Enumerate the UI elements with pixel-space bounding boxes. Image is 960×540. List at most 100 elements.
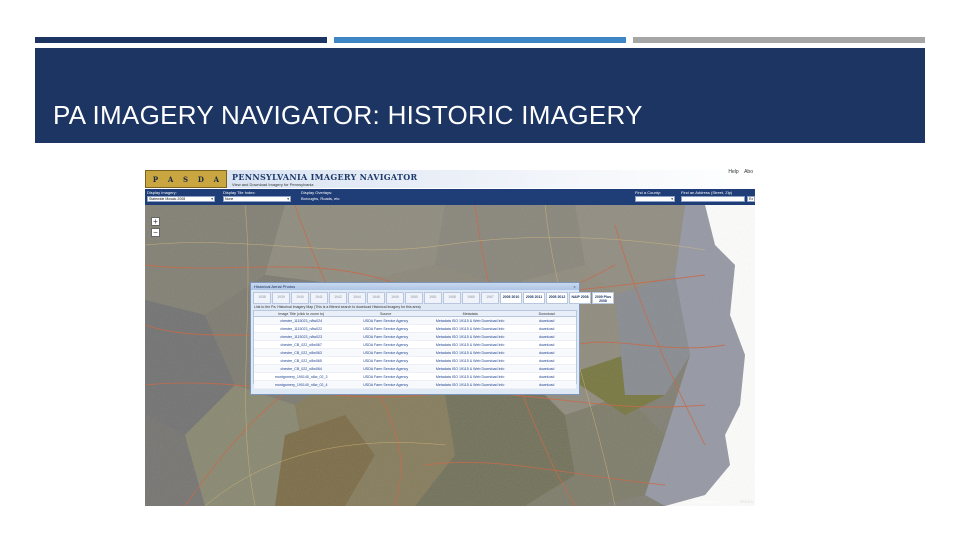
metadata-link[interactable]: Metadata ISO 19115 & Web Download Info: [423, 325, 517, 332]
year-tab[interactable]: 1967: [481, 292, 499, 304]
find-county-group: Find a County: ▾: [635, 190, 675, 202]
year-tab[interactable]: 2005 2011: [523, 292, 545, 304]
download-link[interactable]: download: [517, 381, 576, 388]
year-tab[interactable]: 1958: [443, 292, 461, 304]
download-link[interactable]: download: [517, 333, 576, 340]
map-footer-credit: PASDA: [739, 499, 753, 504]
image-title-link[interactable]: chester_CB_022_n8w065: [254, 357, 348, 364]
overlays-value[interactable]: Boroughs, Roads, etc: [301, 196, 371, 201]
zoom-controls: + −: [151, 217, 160, 237]
logo-letter: D: [197, 174, 204, 184]
slide: PA IMAGERY NAVIGATOR: HISTORIC IMAGERY H…: [0, 0, 960, 540]
table-row: chester_CB_022_n8w067 USDA Farm Service A…: [254, 341, 576, 349]
year-tab[interactable]: 1946: [367, 292, 385, 304]
source-link[interactable]: USDA Farm Service Agency: [348, 341, 423, 348]
year-tab[interactable]: 1942: [329, 292, 347, 304]
source-link[interactable]: USDA Farm Service Agency: [348, 317, 423, 324]
year-tab[interactable]: 1950: [405, 292, 423, 304]
tile-index-select[interactable]: None ▾: [223, 196, 291, 202]
year-tab[interactable]: NAIP 2008: [569, 292, 591, 304]
table-row: chester_1115023_n8w023 USDA Farm Service …: [254, 333, 576, 341]
year-tab[interactable]: 1938: [253, 292, 271, 304]
table-body: chester_1115023_n8w024 USDA Farm Service …: [254, 317, 576, 389]
find-address-group: Find an Address (Street, Zip): [681, 190, 745, 202]
display-imagery-label: Display Imagery:: [147, 190, 177, 195]
logo-letter: A: [213, 174, 220, 184]
top-links: Help Abo: [724, 169, 753, 175]
display-imagery-select[interactable]: Statewide Mosaic 2008 ▾: [147, 196, 215, 202]
image-title-link[interactable]: montgomery_190140_n8w_02_3: [254, 373, 348, 380]
year-tab[interactable]: 2009 Plus 2008: [592, 292, 614, 304]
metadata-link[interactable]: Metadata ISO 19115 & Web Download Info: [423, 365, 517, 372]
popup-title: Historical Aerial Photos: [251, 283, 579, 290]
year-tab[interactable]: 1951: [424, 292, 442, 304]
popup-note[interactable]: Link to the Pa. Historical Imagery Map (…: [254, 305, 576, 309]
metadata-link[interactable]: Metadata ISO 19115 & Web Download Info: [423, 373, 517, 380]
source-link[interactable]: USDA Farm Service Agency: [348, 325, 423, 332]
year-tab[interactable]: 2005 2012: [546, 292, 568, 304]
year-tab[interactable]: 1940: [291, 292, 309, 304]
year-tab[interactable]: 1965: [462, 292, 480, 304]
imagery-table: Image Title (click to zoom to) Source Me…: [253, 310, 577, 389]
find-address-label: Find an Address (Street, Zip): [681, 190, 733, 195]
metadata-link[interactable]: Metadata ISO 19115 & Web Download Info: [423, 381, 517, 388]
download-link[interactable]: download: [517, 325, 576, 332]
image-title-link[interactable]: chester_1115023_n8w023: [254, 333, 348, 340]
display-imagery-value: Statewide Mosaic 2008: [149, 197, 186, 201]
overlays-group: Display Overlays: Boroughs, Roads, etc: [301, 190, 371, 201]
source-link[interactable]: USDA Farm Service Agency: [348, 365, 423, 372]
logo-letter: P: [152, 174, 159, 184]
metadata-link[interactable]: Metadata ISO 19115 & Web Download Info: [423, 333, 517, 340]
metadata-link[interactable]: Metadata ISO 19115 & Web Download Info: [423, 341, 517, 348]
tile-index-group: Display Tile Index: None ▾: [223, 190, 291, 202]
year-tab[interactable]: 1939: [272, 292, 290, 304]
go-button[interactable]: Ex: [747, 196, 755, 202]
about-link[interactable]: Abo: [744, 169, 753, 175]
source-link[interactable]: USDA Farm Service Agency: [348, 381, 423, 388]
image-title-link[interactable]: chester_CB_022_n8w063: [254, 349, 348, 356]
metadata-link[interactable]: Metadata ISO 19115 & Web Download Info: [423, 349, 517, 356]
image-title-link[interactable]: montgomery_190140_n8w_02_4: [254, 381, 348, 388]
download-link[interactable]: download: [517, 373, 576, 380]
zoom-out-button[interactable]: −: [151, 228, 160, 237]
source-link[interactable]: USDA Farm Service Agency: [348, 349, 423, 356]
pasda-logo: P A S D A: [145, 170, 227, 188]
imagery-map[interactable]: + − Historical Aerial Photos × 1938 1939 1…: [145, 205, 755, 506]
title-band: PA IMAGERY NAVIGATOR: HISTORIC IMAGERY: [35, 48, 925, 143]
year-tab[interactable]: 1941: [310, 292, 328, 304]
close-icon[interactable]: ×: [572, 284, 577, 289]
download-link[interactable]: download: [517, 357, 576, 364]
app-subtitle: View and Download Imagery for Pennsylvan…: [232, 182, 314, 187]
image-title-link[interactable]: chester_CB_022_n8w067: [254, 341, 348, 348]
year-tab[interactable]: 1949: [386, 292, 404, 304]
logo-letter: S: [183, 174, 189, 184]
download-link[interactable]: download: [517, 349, 576, 356]
toolbar: Display Imagery: Statewide Mosaic 2008 ▾ …: [145, 189, 755, 205]
year-tab[interactable]: 2005 2010: [500, 292, 522, 304]
zoom-in-button[interactable]: +: [151, 217, 160, 226]
app-title: PENNSYLVANIA IMAGERY NAVIGATOR: [232, 172, 418, 182]
table-row: chester_1115023_n8w024 USDA Farm Service …: [254, 317, 576, 325]
download-link[interactable]: download: [517, 341, 576, 348]
image-title-link[interactable]: chester_1115023_n8w024: [254, 317, 348, 324]
source-link[interactable]: USDA Farm Service Agency: [348, 373, 423, 380]
tile-index-value: None: [225, 197, 234, 201]
source-link[interactable]: USDA Farm Service Agency: [348, 357, 423, 364]
year-tab[interactable]: 1944: [348, 292, 366, 304]
chevron-down-icon: ▾: [671, 197, 673, 201]
metadata-link[interactable]: Metadata ISO 19115 & Web Download Info: [423, 317, 517, 324]
find-address-input[interactable]: [681, 196, 745, 202]
download-link[interactable]: download: [517, 365, 576, 372]
find-county-label: Find a County:: [635, 190, 662, 195]
tile-index-label: Display Tile Index:: [223, 190, 256, 195]
overlays-label: Display Overlays:: [301, 190, 333, 195]
download-link[interactable]: download: [517, 317, 576, 324]
slide-title: PA IMAGERY NAVIGATOR: HISTORIC IMAGERY: [53, 100, 643, 130]
find-county-select[interactable]: ▾: [635, 196, 675, 202]
table-row: chester_CB_022_n8w064 USDA Farm Service A…: [254, 365, 576, 373]
image-title-link[interactable]: chester_1115023_n8w022: [254, 325, 348, 332]
help-link[interactable]: Help: [728, 169, 738, 175]
source-link[interactable]: USDA Farm Service Agency: [348, 333, 423, 340]
image-title-link[interactable]: chester_CB_022_n8w064: [254, 365, 348, 372]
metadata-link[interactable]: Metadata ISO 19115 & Web Download Info: [423, 357, 517, 364]
